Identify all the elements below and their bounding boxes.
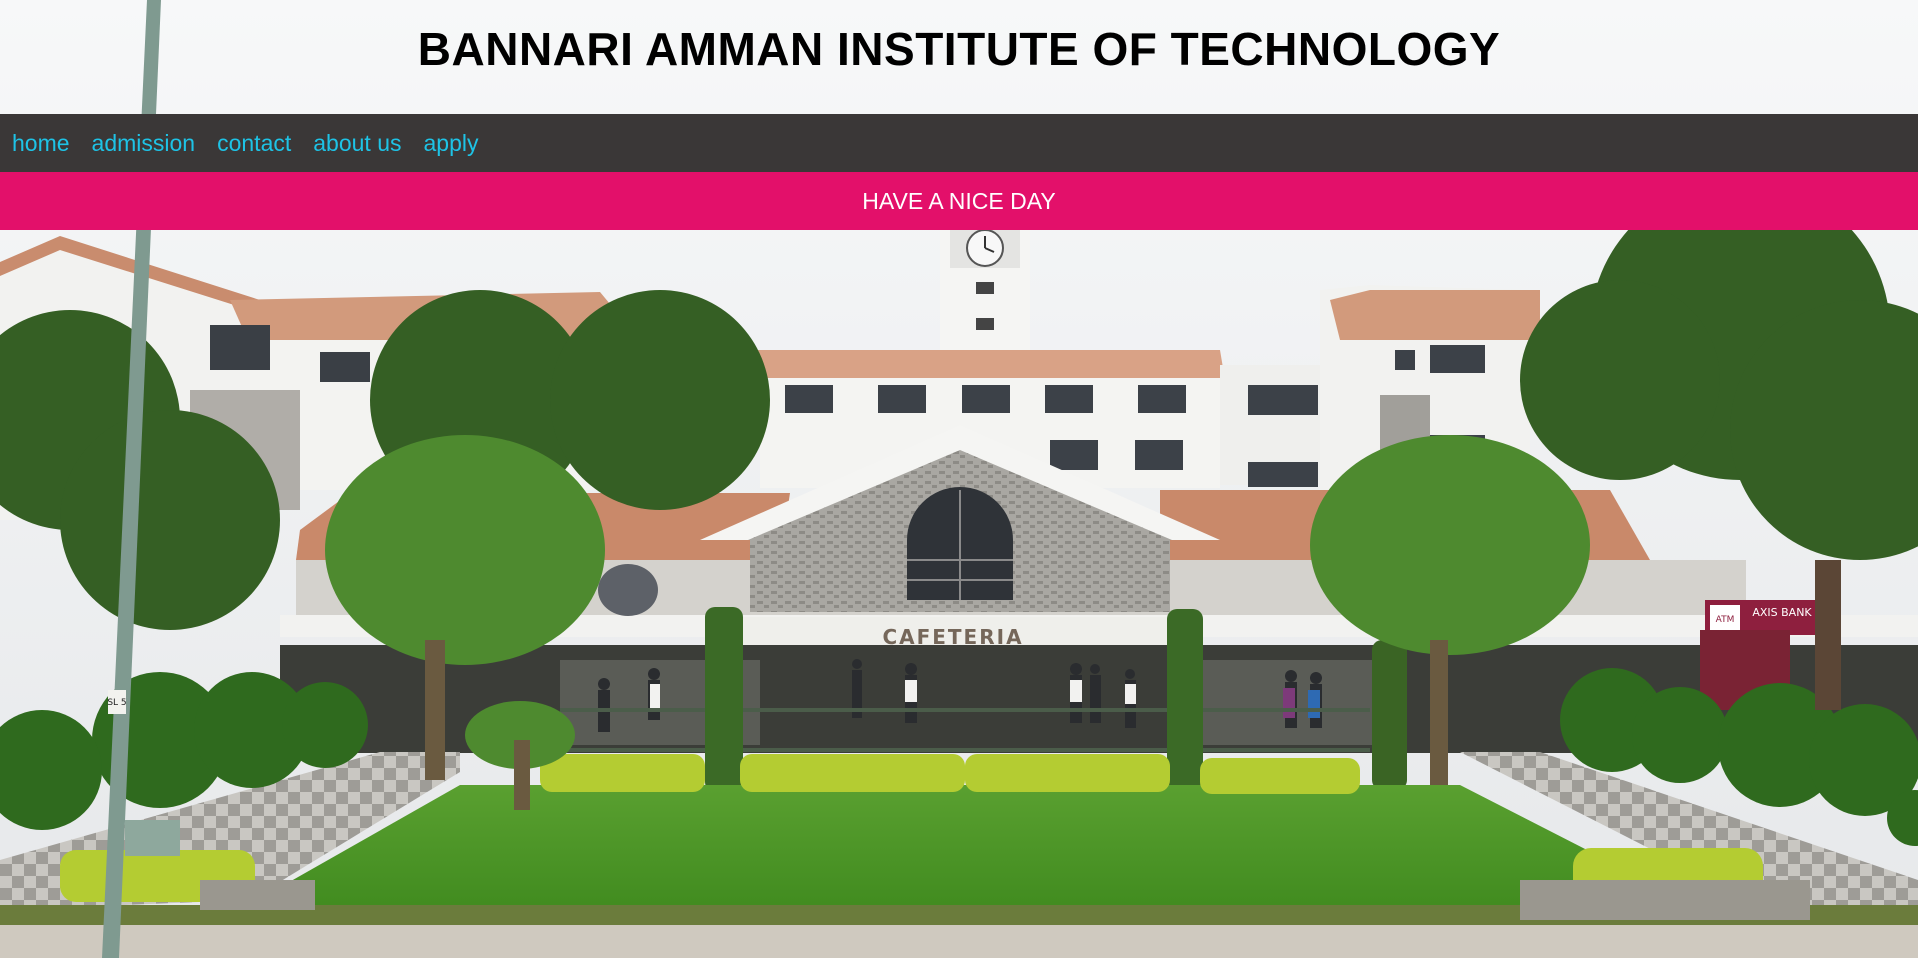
nav-link-about-us[interactable]: about us bbox=[313, 130, 401, 157]
atm-label: ATM bbox=[1716, 615, 1735, 625]
atm-bank-sign: AXIS BANK bbox=[1752, 606, 1812, 619]
nav-link-admission[interactable]: admission bbox=[92, 130, 196, 157]
greeting-banner: HAVE A NICE DAY bbox=[0, 172, 1918, 230]
site-title: BANNARI AMMAN INSTITUTE OF TECHNOLOGY bbox=[417, 23, 1501, 75]
nav-link-home[interactable]: home bbox=[12, 130, 70, 157]
banner-text: HAVE A NICE DAY bbox=[862, 187, 1056, 214]
nav-link-contact[interactable]: contact bbox=[217, 130, 291, 157]
main-nav: home admission contact about us apply bbox=[0, 114, 1918, 172]
nav-link-apply[interactable]: apply bbox=[424, 130, 479, 157]
pole-tag: SL 5 bbox=[107, 698, 126, 708]
